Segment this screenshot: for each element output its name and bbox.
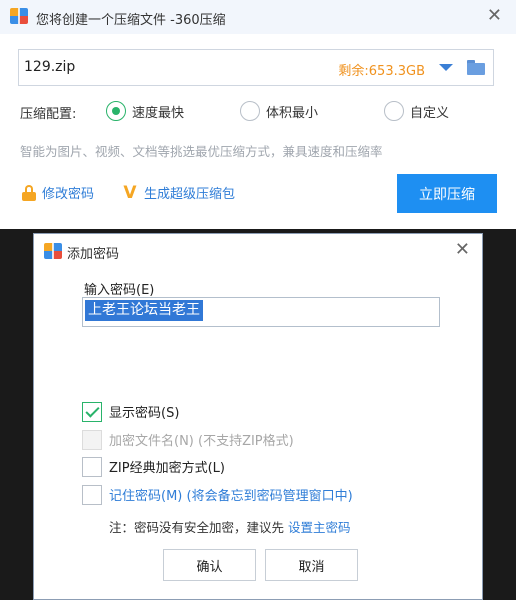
option-fastest-label[interactable]: 速度最快 (132, 102, 184, 121)
title-bar: 您将创建一个压缩文件 -360压缩 ✕ (0, 0, 516, 34)
encrypt-filename-checkbox (82, 429, 102, 450)
zip-classic-label[interactable]: ZIP经典加密方式(L) (109, 457, 225, 476)
password-label: 输入密码(E) (84, 283, 155, 298)
option-fastest[interactable]: 速度最快 (106, 100, 184, 122)
change-password-text[interactable]: 修改密码 (42, 183, 94, 202)
add-password-dialog: 添加密码 ✕ 输入密码(E) 上老王论坛当老王 显示密码(S) 加密文件名(N)… (33, 233, 483, 600)
radio-smallest[interactable] (240, 101, 260, 121)
output-path-field[interactable]: 129.zip 剩余:653.3GB (18, 49, 494, 86)
free-space-label: 剩余:653.3GB (338, 64, 425, 79)
password-value[interactable]: 上老王论坛当老王 (85, 300, 203, 321)
set-master-password-link[interactable]: 设置主密码 (288, 520, 351, 535)
ok-button[interactable]: 确认 (163, 549, 256, 581)
remember-password-checkbox[interactable] (82, 484, 102, 505)
compress-window: 您将创建一个压缩文件 -360压缩 ✕ 129.zip 剩余:653.3GB 压… (0, 0, 516, 229)
encrypt-filename-option: 加密文件名(N) (不支持ZIP格式) (82, 429, 294, 450)
radio-custom[interactable] (384, 101, 404, 121)
dropdown-arrow-icon[interactable] (439, 64, 453, 71)
show-password-checkbox[interactable] (82, 401, 102, 422)
super-package-text[interactable]: 生成超级压缩包 (144, 183, 235, 202)
remember-password-option[interactable]: 记住密码(M) (将会备忘到密码管理窗口中) (82, 484, 353, 505)
option-smallest[interactable]: 体积最小 (240, 100, 318, 122)
360zip-app-icon (44, 243, 62, 259)
super-package-link[interactable]: V 生成超级压缩包 (122, 183, 235, 202)
security-note: 注：密码没有安全加密，建议先 设置主密码 (109, 517, 351, 536)
zip-classic-checkbox[interactable] (82, 456, 102, 477)
password-input[interactable]: 上老王论坛当老王 (82, 297, 440, 327)
show-password-label[interactable]: 显示密码(S) (109, 402, 179, 421)
window-title: 您将创建一个压缩文件 -360压缩 (36, 13, 226, 28)
option-custom-label[interactable]: 自定义 (410, 102, 449, 121)
compress-now-button[interactable]: 立即压缩 (397, 174, 497, 213)
zip-classic-option[interactable]: ZIP经典加密方式(L) (82, 456, 225, 477)
close-icon[interactable]: ✕ (455, 241, 470, 259)
close-icon[interactable]: ✕ (487, 7, 502, 25)
encrypt-filename-label: 加密文件名(N) (不支持ZIP格式) (109, 434, 294, 449)
dialog-title-bar: 添加密码 ✕ (34, 234, 482, 266)
360zip-app-icon (10, 8, 28, 24)
folder-icon[interactable] (467, 60, 485, 75)
v-badge-icon: V (123, 182, 137, 203)
compress-config-label: 压缩配置: (20, 107, 77, 122)
dialog-title: 添加密码 (67, 247, 120, 262)
option-smallest-label[interactable]: 体积最小 (266, 102, 318, 121)
radio-fastest[interactable] (106, 101, 126, 121)
output-path-text[interactable]: 129.zip (24, 59, 75, 75)
cancel-button[interactable]: 取消 (265, 549, 358, 581)
option-custom[interactable]: 自定义 (384, 100, 449, 122)
security-note-text: 注：密码没有安全加密，建议先 (109, 520, 288, 535)
lock-icon (22, 184, 36, 201)
show-password-option[interactable]: 显示密码(S) (82, 401, 179, 422)
config-description: 智能为图片、视频、文档等挑选最优压缩方式，兼具速度和压缩率 (20, 144, 383, 159)
remember-password-label[interactable]: 记住密码(M) (将会备忘到密码管理窗口中) (109, 485, 353, 504)
change-password-link[interactable]: 修改密码 (22, 183, 94, 202)
